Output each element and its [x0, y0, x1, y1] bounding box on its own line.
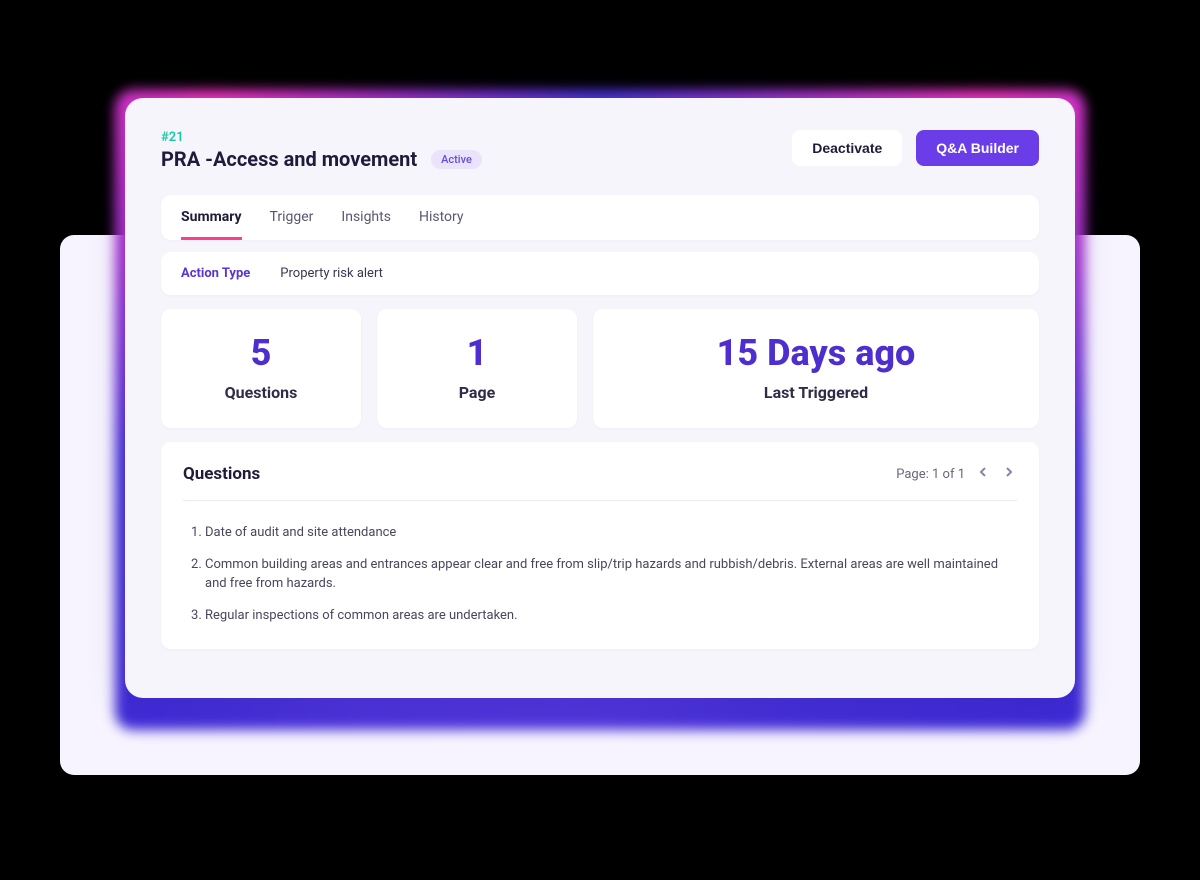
stat-last-triggered: 15 Days ago Last Triggered — [593, 309, 1039, 428]
tab-insights[interactable]: Insights — [341, 209, 391, 240]
question-item: Regular inspections of common areas are … — [205, 600, 1017, 632]
stat-questions-value: 5 — [161, 335, 361, 371]
page-title: PRA -Access and movement — [161, 147, 417, 171]
pager-next-button[interactable] — [1001, 466, 1017, 482]
tabs: Summary Trigger Insights History — [161, 195, 1039, 240]
stat-questions-label: Questions — [161, 383, 361, 402]
question-item: Common building areas and entrances appe… — [205, 549, 1017, 600]
header: #21 PRA -Access and movement Active Deac… — [161, 130, 1039, 171]
question-item: Date of audit and site attendance — [205, 517, 1017, 549]
chevron-right-icon — [1003, 466, 1015, 482]
stat-last-triggered-label: Last Triggered — [593, 383, 1039, 402]
tab-history[interactable]: History — [419, 209, 464, 240]
deactivate-button[interactable]: Deactivate — [792, 130, 902, 166]
questions-list: Date of audit and site attendance Common… — [183, 501, 1017, 631]
tab-summary[interactable]: Summary — [181, 209, 242, 240]
stats-row: 5 Questions 1 Page 15 Days ago Last Trig… — [161, 309, 1039, 428]
qa-builder-button[interactable]: Q&A Builder — [916, 130, 1039, 166]
questions-card: Questions Page: 1 of 1 D — [161, 442, 1039, 649]
action-type-label: Action Type — [181, 266, 250, 281]
app-window: #21 PRA -Access and movement Active Deac… — [125, 98, 1075, 698]
pager-prev-button[interactable] — [975, 466, 991, 482]
stat-page-value: 1 — [377, 335, 577, 371]
questions-header: Questions Page: 1 of 1 — [183, 464, 1017, 501]
pager-text: Page: 1 of 1 — [896, 467, 965, 482]
action-type-value: Property risk alert — [280, 266, 383, 281]
title-block: #21 PRA -Access and movement Active — [161, 130, 482, 171]
stat-last-triggered-value: 15 Days ago — [593, 335, 1039, 371]
title-line: PRA -Access and movement Active — [161, 147, 482, 171]
status-badge: Active — [431, 150, 482, 169]
header-actions: Deactivate Q&A Builder — [792, 130, 1039, 166]
tab-trigger[interactable]: Trigger — [270, 209, 314, 240]
action-type-card: Action Type Property risk alert — [161, 252, 1039, 295]
stat-page-label: Page — [377, 383, 577, 402]
stat-questions: 5 Questions — [161, 309, 361, 428]
questions-title: Questions — [183, 464, 260, 484]
record-id: #21 — [161, 130, 482, 145]
pager: Page: 1 of 1 — [896, 466, 1017, 482]
chevron-left-icon — [977, 466, 989, 482]
stat-page: 1 Page — [377, 309, 577, 428]
